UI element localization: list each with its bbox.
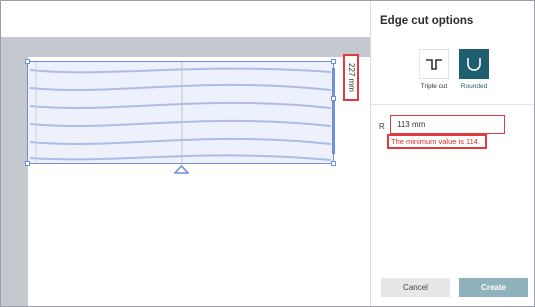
radius-input[interactable] (390, 115, 505, 134)
edge-cut-options-panel: Edge cut options Triple cut Rounded R Th… (370, 1, 534, 306)
dimension-label: 227 mm (346, 63, 356, 92)
resize-handle-bottom-left[interactable] (25, 161, 30, 166)
resize-handle-right-mid[interactable] (331, 96, 336, 101)
rounded-label: Rounded (460, 83, 488, 90)
resize-handle-bottom-right[interactable] (331, 161, 336, 166)
resize-handle-top-right[interactable] (331, 59, 336, 64)
left-ruler-band (1, 37, 28, 306)
radius-error-message: The minimum value is 114. (387, 134, 487, 149)
resize-handle-top-left[interactable] (25, 59, 30, 64)
edge-direction-icon[interactable] (174, 165, 189, 174)
triple-cut-option[interactable] (419, 49, 449, 79)
radius-label: R (379, 122, 385, 131)
design-canvas[interactable]: 227 mm (1, 1, 370, 306)
selected-worktop[interactable] (27, 61, 335, 164)
top-ruler-band (1, 37, 370, 57)
cancel-button[interactable]: Cancel (381, 278, 450, 297)
rounded-option[interactable] (459, 49, 489, 79)
triple-cut-label: Triple cut (420, 83, 448, 90)
dimension-label-box: 227 mm (343, 54, 359, 101)
right-edge-highlight[interactable] (332, 68, 335, 154)
rounded-cut-icon (467, 58, 481, 71)
create-button[interactable]: Create (459, 278, 528, 297)
wood-grain-pattern (29, 62, 332, 162)
panel-divider (371, 104, 534, 105)
panel-title: Edge cut options (380, 15, 474, 27)
triple-cut-icon (426, 59, 442, 70)
app-window: 227 mm Edge cut options Triple cut Round… (0, 0, 535, 307)
